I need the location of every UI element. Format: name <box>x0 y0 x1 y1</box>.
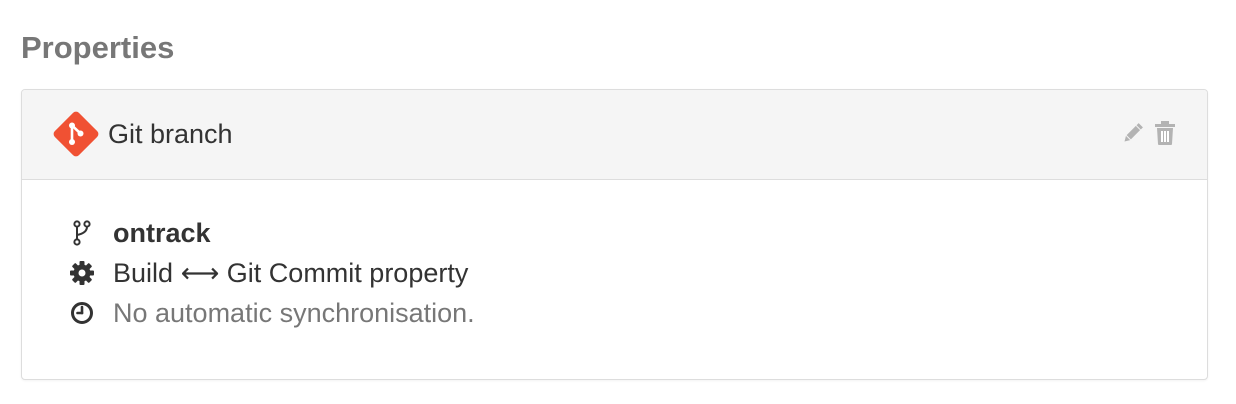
link-text: Build ⟷ Git Commit property <box>113 255 468 291</box>
branch-row: ontrack <box>68 215 211 251</box>
panel-heading: Git branch <box>22 90 1207 180</box>
clock-icon <box>68 299 96 327</box>
edit-button[interactable] <box>1121 120 1145 146</box>
property-title: Git branch <box>108 119 233 149</box>
panel-actions <box>1121 119 1177 147</box>
trash-icon <box>1155 121 1175 145</box>
sync-status: No automatic synchronisation. <box>113 298 475 328</box>
property-panel: Git branch ontrack Build ⟷ Git Commit pr… <box>21 89 1208 380</box>
link-row: Build ⟷ Git Commit property <box>68 255 468 291</box>
link-arrow: ⟷ <box>180 258 220 288</box>
gear-icon <box>68 259 96 287</box>
link-target: Git Commit property <box>226 258 469 288</box>
section-title: Properties <box>21 30 175 65</box>
branch-name: ontrack <box>113 218 211 248</box>
delete-button[interactable] <box>1153 120 1177 146</box>
code-fork-icon <box>68 219 96 247</box>
git-logo-icon <box>51 109 101 159</box>
pencil-icon <box>1124 123 1143 142</box>
link-source: Build <box>113 258 174 288</box>
sync-row: No automatic synchronisation. <box>68 295 475 331</box>
